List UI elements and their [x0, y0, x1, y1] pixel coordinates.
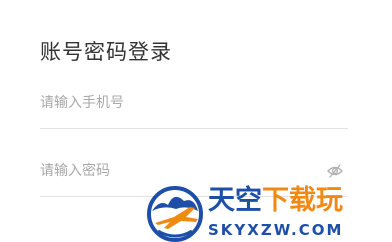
watermark-name: 天空下载玩	[208, 183, 343, 219]
watermark-name-orange: 下载玩	[262, 185, 343, 216]
password-input[interactable]	[40, 158, 310, 184]
eye-closed-icon[interactable]	[326, 162, 344, 180]
watermark-domain: SKYXZW.COM	[208, 221, 344, 239]
phone-field	[40, 90, 348, 129]
watermark: 天空下载玩 SKYXZW.COM	[146, 183, 392, 242]
page-title: 账号密码登录	[40, 40, 172, 64]
watermark-name-blue: 天空	[208, 185, 262, 216]
airplane-globe-logo	[146, 183, 206, 242]
login-page: 账号密码登录 天空下载玩 SKYXZW.COM	[0, 0, 392, 242]
phone-input[interactable]	[40, 90, 310, 116]
